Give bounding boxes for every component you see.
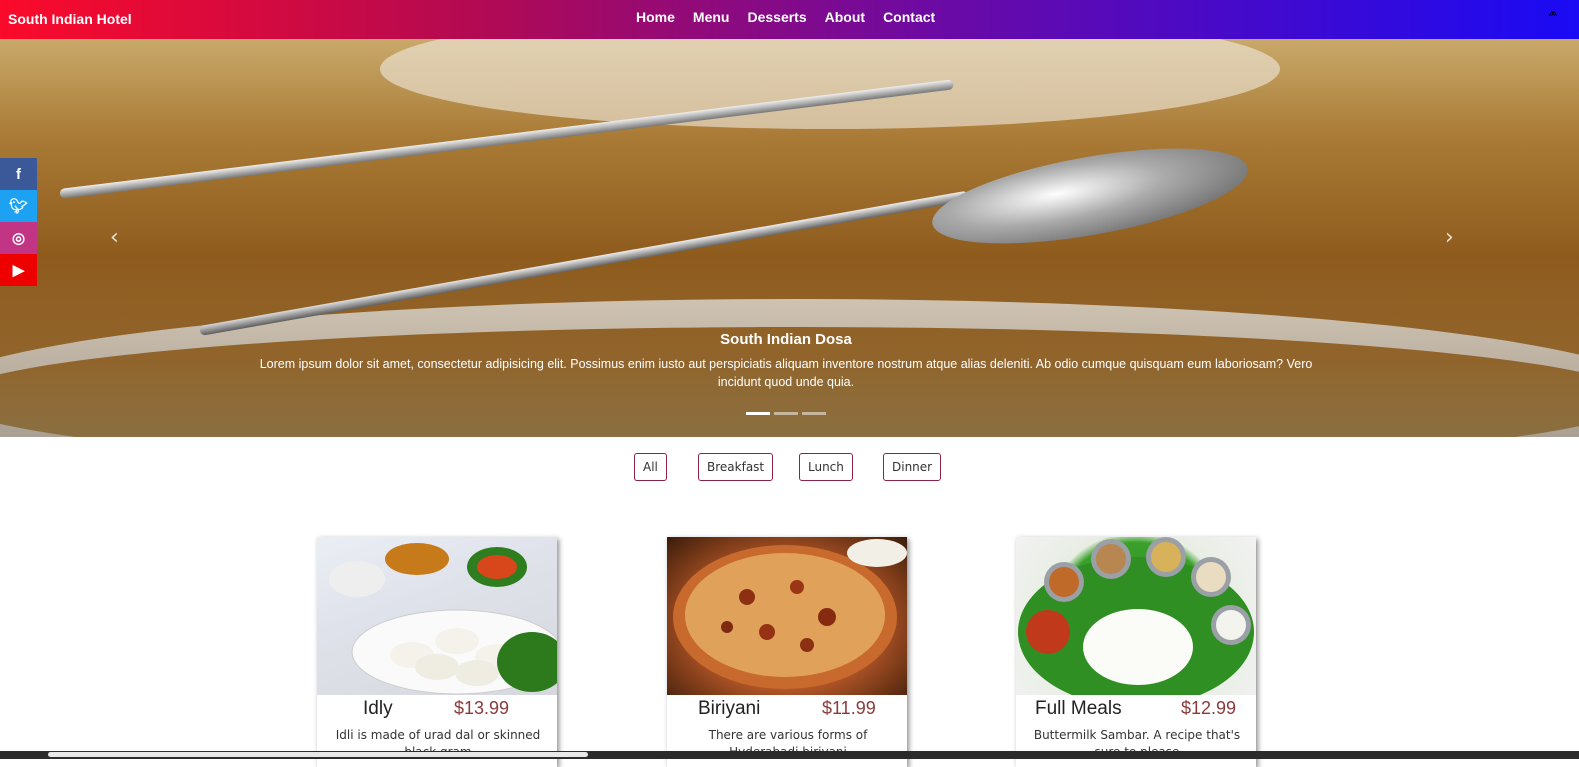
social-sidebar: f 🐦︎ ◎ ▶: [0, 158, 37, 286]
nav-links: Home Menu Desserts About Contact: [636, 9, 953, 25]
filter-lunch-button[interactable]: Lunch: [799, 453, 853, 481]
filter-all-button[interactable]: All: [634, 453, 667, 481]
hero-carousel: ‹ › South Indian Dosa Lorem ipsum dolor …: [0, 39, 1579, 437]
nav-contact-link[interactable]: Contact: [883, 9, 935, 25]
biriyani-image: [667, 537, 907, 695]
carousel-indicators: [746, 412, 826, 415]
menu-item-name: Idly: [363, 698, 393, 719]
instagram-icon[interactable]: ◎: [0, 222, 37, 254]
nav-desserts-link[interactable]: Desserts: [747, 9, 806, 25]
nav-about-link[interactable]: About: [825, 9, 865, 25]
menu-item-price: $12.99: [1181, 698, 1237, 718]
chevron-right-icon[interactable]: ›: [1445, 225, 1454, 250]
biriyani-illustration: [673, 539, 907, 689]
navbar: South Indian Hotel Home Menu Desserts Ab…: [0, 0, 1579, 39]
carousel-caption: South Indian Dosa Lorem ipsum dolor sit …: [250, 331, 1322, 391]
menu-item-name: Biriyani: [698, 698, 761, 719]
menu-card-biriyani[interactable]: Biriyani $11.99 There are various forms …: [667, 537, 907, 767]
caption-text: Lorem ipsum dolor sit amet, consectetur …: [259, 357, 1313, 389]
idly-image: [317, 537, 557, 695]
menu-item-price: $13.99: [454, 698, 510, 718]
caption-title: South Indian Dosa: [720, 331, 852, 348]
carousel-indicator[interactable]: [774, 412, 798, 415]
filter-breakfast-button[interactable]: Breakfast: [698, 453, 774, 481]
logo-icon[interactable]: ⩕: [1539, 6, 1567, 32]
nav-menu-link[interactable]: Menu: [693, 9, 730, 25]
youtube-icon[interactable]: ▶: [0, 254, 37, 286]
twitter-icon[interactable]: 🐦︎: [0, 190, 37, 222]
menu-item-price: $11.99: [822, 698, 876, 718]
facebook-icon[interactable]: f: [0, 158, 37, 190]
nav-home-link[interactable]: Home: [636, 9, 675, 25]
carousel-indicator[interactable]: [746, 412, 770, 415]
filter-dinner-button[interactable]: Dinner: [883, 453, 942, 481]
brand-link[interactable]: South Indian Hotel: [8, 11, 132, 27]
menu-card-full-meals[interactable]: Full Meals $12.99 Buttermilk Sambar. A r…: [1016, 537, 1256, 767]
chevron-left-icon[interactable]: ‹: [110, 225, 119, 250]
menu-item-name: Full Meals: [1035, 698, 1122, 719]
carousel-indicator[interactable]: [802, 412, 826, 415]
menu-card-idly[interactable]: Idly $13.99 Idli is made of urad dal or …: [317, 537, 557, 767]
scrollbar-thumb[interactable]: [48, 752, 588, 757]
full-meals-illustration: [1018, 537, 1254, 695]
full-meals-image: [1016, 537, 1256, 695]
idly-illustration: [329, 543, 557, 695]
